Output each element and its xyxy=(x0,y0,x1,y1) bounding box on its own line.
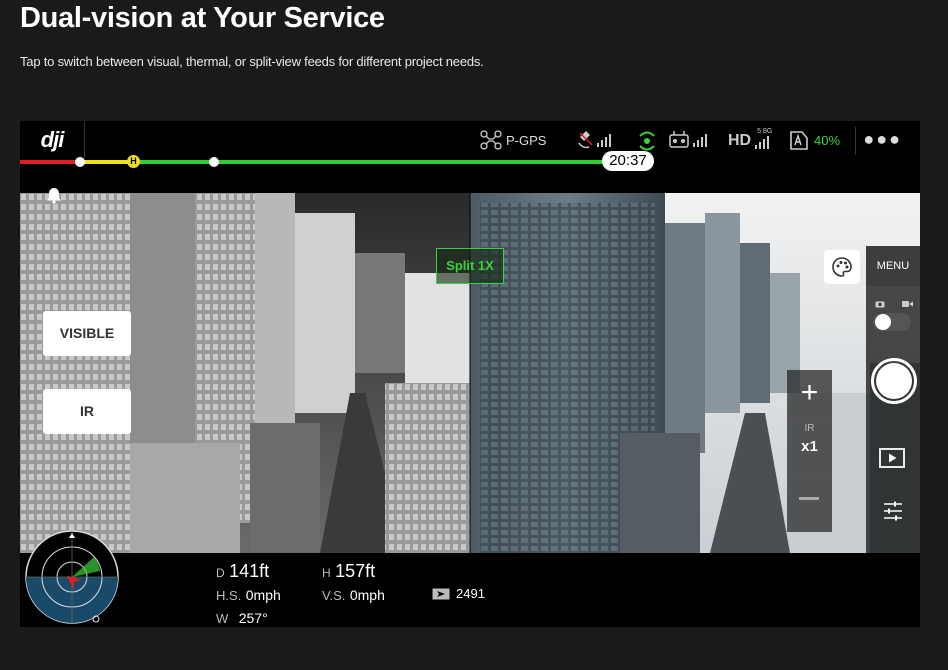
attitude-radar[interactable] xyxy=(24,529,120,625)
split-view-image xyxy=(20,193,920,553)
visible-button[interactable]: VISIBLE xyxy=(43,311,131,356)
height-value: 157ft xyxy=(335,561,376,581)
zoom-source-label: IR xyxy=(804,423,815,434)
page-title: Dual-vision at Your Service xyxy=(20,2,385,34)
zoom-out-button[interactable] xyxy=(799,497,819,500)
palette-icon xyxy=(832,257,852,277)
battery-icon xyxy=(790,131,808,150)
hd-band-label: 5.8G xyxy=(757,128,773,135)
toggle-knob xyxy=(875,314,891,330)
vs-value: 0mph xyxy=(349,587,385,603)
progress-warning-segment xyxy=(80,160,132,164)
w-value: 257° xyxy=(238,610,268,626)
vs-label: V.S. xyxy=(322,588,346,603)
w-label: W xyxy=(216,611,229,626)
battery-percent: 40% xyxy=(814,132,841,148)
shutter-inner xyxy=(876,363,912,399)
drone-app-screen: Split 1X VISIBLE IR + IR x1 MENU dji P-G… xyxy=(20,121,920,627)
video-link-status[interactable]: HD 5.8G xyxy=(728,128,775,150)
flight-timer: 20:37 xyxy=(602,151,654,171)
settings-sliders-icon[interactable] xyxy=(882,500,904,522)
height-prefix: H xyxy=(322,566,331,580)
height-readout: H 157ft xyxy=(322,561,375,582)
distance-value: 141ft xyxy=(229,561,270,581)
menu-button[interactable]: MENU xyxy=(866,246,920,286)
count-readout: 2491 xyxy=(432,586,485,601)
progress-marker xyxy=(75,157,85,167)
more-options-button[interactable]: ●●● xyxy=(863,129,902,150)
distance-prefix: D xyxy=(216,566,225,580)
photo-mode-icon xyxy=(875,301,885,308)
progress-low-segment xyxy=(20,160,80,164)
horizontal-speed-readout: H.S. 0mph xyxy=(216,587,281,605)
video-mode-icon xyxy=(902,301,913,307)
hs-value: 0mph xyxy=(245,587,281,603)
dji-logo-text: dji xyxy=(40,127,65,152)
waypoint-icon xyxy=(432,588,450,599)
progress-marker xyxy=(209,157,219,167)
camera-feed[interactable]: Split 1X VISIBLE IR + IR x1 xyxy=(20,193,920,553)
split-mode-badge[interactable]: Split 1X xyxy=(436,248,504,284)
divider xyxy=(787,417,832,418)
status-bar: dji P-GPS HD 5.8G 40% ●●● xyxy=(20,121,920,159)
ir-button[interactable]: IR xyxy=(43,389,131,434)
notification-bell-icon[interactable] xyxy=(46,187,62,204)
divider xyxy=(855,127,856,155)
hs-label: H.S. xyxy=(216,588,242,603)
gps-status[interactable]: P-GPS xyxy=(480,130,546,150)
more-dots-icon: ●●● xyxy=(863,129,902,149)
palette-button[interactable] xyxy=(824,250,860,284)
zoom-panel: + IR x1 xyxy=(787,370,832,532)
zoom-in-button[interactable]: + xyxy=(787,370,832,415)
playback-icon[interactable] xyxy=(879,448,905,468)
distance-readout: D 141ft xyxy=(216,561,269,582)
dji-logo[interactable]: dji xyxy=(20,121,85,159)
satellite-signal-icon[interactable] xyxy=(577,129,617,151)
vision-system-icon[interactable] xyxy=(637,130,657,152)
divider xyxy=(787,475,832,476)
home-marker: H xyxy=(127,155,140,168)
vertical-speed-readout: V.S. 0mph xyxy=(322,587,385,605)
wind-direction-readout: W 257° xyxy=(216,610,268,627)
page-subtitle: Tap to switch between visual, thermal, o… xyxy=(20,54,484,69)
gps-mode-label: P-GPS xyxy=(506,132,547,148)
hd-label: HD xyxy=(728,132,752,149)
count-value: 2491 xyxy=(456,586,485,601)
remote-controller-signal-icon[interactable] xyxy=(669,129,713,151)
zoom-level: x1 xyxy=(801,438,818,455)
drone-icon xyxy=(480,130,502,150)
video-signal-icon xyxy=(755,136,770,149)
battery-status[interactable]: 40% xyxy=(788,130,840,150)
